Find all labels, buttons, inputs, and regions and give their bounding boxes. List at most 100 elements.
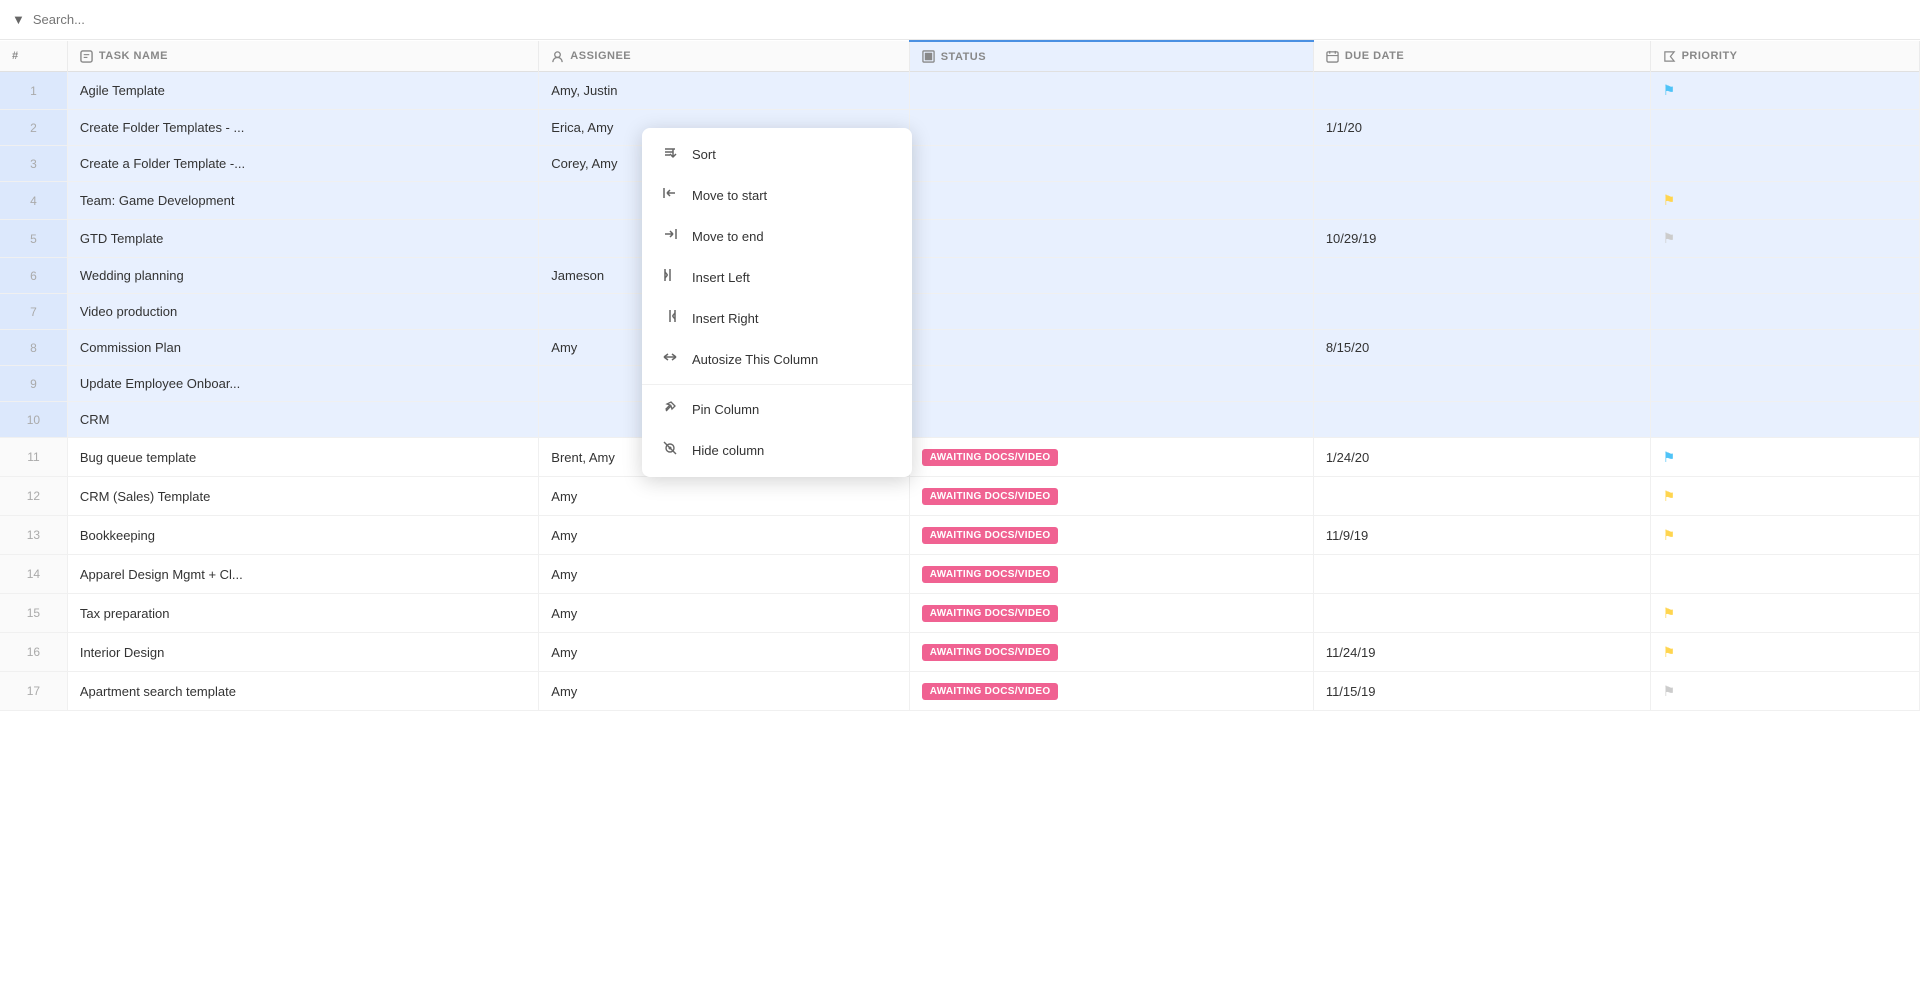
menu-item-insert-right[interactable]: Insert Right <box>642 298 912 339</box>
cell-assignee: Amy, Justin <box>539 72 909 110</box>
col-header-task[interactable]: TASK NAME <box>67 41 538 72</box>
cell-status: AWAITING DOCS/VIDEO <box>909 633 1313 672</box>
menu-item-pin-column[interactable]: Pin Column <box>642 389 912 430</box>
col-header-num[interactable]: # <box>0 41 67 72</box>
cell-num: 12 <box>0 477 67 516</box>
table-row[interactable]: 14Apparel Design Mgmt + Cl...AmyAWAITING… <box>0 555 1920 594</box>
assignee-icon <box>551 50 564 63</box>
cell-task[interactable]: Update Employee Onboar... <box>67 366 538 402</box>
table-row[interactable]: 12CRM (Sales) TemplateAmyAWAITING DOCS/V… <box>0 477 1920 516</box>
cell-task[interactable]: Agile Template <box>67 72 538 110</box>
status-badge: AWAITING DOCS/VIDEO <box>922 566 1059 583</box>
table-row[interactable]: 6Wedding planningJameson <box>0 258 1920 294</box>
filter-icon[interactable]: ▼ <box>12 12 25 27</box>
cell-task[interactable]: Tax preparation <box>67 594 538 633</box>
col-header-priority[interactable]: PRIORITY <box>1650 41 1919 72</box>
table-row[interactable]: 11Bug queue templateBrent, AmyAWAITING D… <box>0 438 1920 477</box>
cell-priority: ⚑ <box>1650 438 1919 477</box>
cell-due <box>1313 555 1650 594</box>
cell-task[interactable]: Video production <box>67 294 538 330</box>
cell-task[interactable]: Wedding planning <box>67 258 538 294</box>
cell-num: 16 <box>0 633 67 672</box>
menu-item-autosize[interactable]: Autosize This Column <box>642 339 912 380</box>
status-badge: AWAITING DOCS/VIDEO <box>922 644 1059 661</box>
move-start-icon <box>660 185 680 206</box>
cell-due <box>1313 294 1650 330</box>
cell-due <box>1313 402 1650 438</box>
table-row[interactable]: 8Commission PlanAmy8/15/20 <box>0 330 1920 366</box>
status-badge: AWAITING DOCS/VIDEO <box>922 488 1059 505</box>
cell-task[interactable]: CRM <box>67 402 538 438</box>
due-icon <box>1326 50 1339 63</box>
table-row[interactable]: 3Create a Folder Template -...Corey, Amy <box>0 146 1920 182</box>
table-row[interactable]: 13BookkeepingAmyAWAITING DOCS/VIDEO11/9/… <box>0 516 1920 555</box>
status-badge: AWAITING DOCS/VIDEO <box>922 605 1059 622</box>
cell-priority <box>1650 110 1919 146</box>
cell-due <box>1313 258 1650 294</box>
sort-icon <box>660 144 680 165</box>
cell-due: 11/9/19 <box>1313 516 1650 555</box>
table-row[interactable]: 9Update Employee Onboar... <box>0 366 1920 402</box>
table-row[interactable]: 1Agile TemplateAmy, Justin⚑ <box>0 72 1920 110</box>
cell-num: 9 <box>0 366 67 402</box>
cell-status <box>909 72 1313 110</box>
menu-item-insert-left[interactable]: Insert Left <box>642 257 912 298</box>
flag-yellow-icon: ⚑ <box>1663 644 1676 660</box>
cell-task[interactable]: CRM (Sales) Template <box>67 477 538 516</box>
cell-task[interactable]: Apparel Design Mgmt + Cl... <box>67 555 538 594</box>
cell-task[interactable]: Interior Design <box>67 633 538 672</box>
cell-task[interactable]: Bookkeeping <box>67 516 538 555</box>
cell-num: 8 <box>0 330 67 366</box>
col-num-label: # <box>12 50 19 62</box>
col-header-due[interactable]: DUE DATE <box>1313 41 1650 72</box>
cell-task[interactable]: Bug queue template <box>67 438 538 477</box>
table-row[interactable]: 4Team: Game Development ⚑ <box>0 182 1920 220</box>
cell-priority <box>1650 555 1919 594</box>
cell-due: 8/15/20 <box>1313 330 1650 366</box>
cell-task[interactable]: GTD Template <box>67 220 538 258</box>
table-row[interactable]: 5GTD Template10/29/19⚑ <box>0 220 1920 258</box>
table-row[interactable]: 15Tax preparationAmyAWAITING DOCS/VIDEO⚑ <box>0 594 1920 633</box>
col-priority-label: PRIORITY <box>1682 50 1738 62</box>
cell-task[interactable]: Commission Plan <box>67 330 538 366</box>
menu-label-sort: Sort <box>692 147 716 162</box>
col-header-assignee[interactable]: ASSIGNEE <box>539 41 909 72</box>
pin-column-icon <box>660 399 680 420</box>
cell-num: 15 <box>0 594 67 633</box>
col-header-status[interactable]: STATUS <box>909 41 1313 72</box>
table-row[interactable]: 2Create Folder Templates - ...Erica, Amy… <box>0 110 1920 146</box>
cell-num: 4 <box>0 182 67 220</box>
cell-num: 3 <box>0 146 67 182</box>
cell-num: 7 <box>0 294 67 330</box>
cell-status: AWAITING DOCS/VIDEO <box>909 438 1313 477</box>
cell-num: 5 <box>0 220 67 258</box>
table-row[interactable]: 16Interior DesignAmyAWAITING DOCS/VIDEO1… <box>0 633 1920 672</box>
cell-priority: ⚑ <box>1650 633 1919 672</box>
menu-item-sort[interactable]: Sort <box>642 134 912 175</box>
cell-status <box>909 146 1313 182</box>
menu-item-hide-column[interactable]: Hide column <box>642 430 912 471</box>
cell-task[interactable]: Apartment search template <box>67 672 538 711</box>
menu-label-insert-left: Insert Left <box>692 270 750 285</box>
col-due-label: DUE DATE <box>1345 50 1404 62</box>
cell-status <box>909 258 1313 294</box>
table-row[interactable]: 7Video production <box>0 294 1920 330</box>
insert-right-icon <box>660 308 680 329</box>
menu-item-move-start[interactable]: Move to start <box>642 175 912 216</box>
cell-priority: ⚑ <box>1650 672 1919 711</box>
menu-item-move-end[interactable]: Move to end <box>642 216 912 257</box>
cell-status <box>909 110 1313 146</box>
col-task-label: TASK NAME <box>99 50 168 62</box>
search-input[interactable] <box>33 12 233 27</box>
status-badge: AWAITING DOCS/VIDEO <box>922 527 1059 544</box>
cell-task[interactable]: Create a Folder Template -... <box>67 146 538 182</box>
cell-task[interactable]: Team: Game Development <box>67 182 538 220</box>
status-badge: AWAITING DOCS/VIDEO <box>922 683 1059 700</box>
cell-priority: ⚑ <box>1650 182 1919 220</box>
menu-divider <box>642 384 912 385</box>
cell-assignee: Amy <box>539 555 909 594</box>
table-row[interactable]: 17Apartment search templateAmyAWAITING D… <box>0 672 1920 711</box>
cell-priority: ⚑ <box>1650 594 1919 633</box>
cell-task[interactable]: Create Folder Templates - ... <box>67 110 538 146</box>
table-row[interactable]: 10CRM <box>0 402 1920 438</box>
